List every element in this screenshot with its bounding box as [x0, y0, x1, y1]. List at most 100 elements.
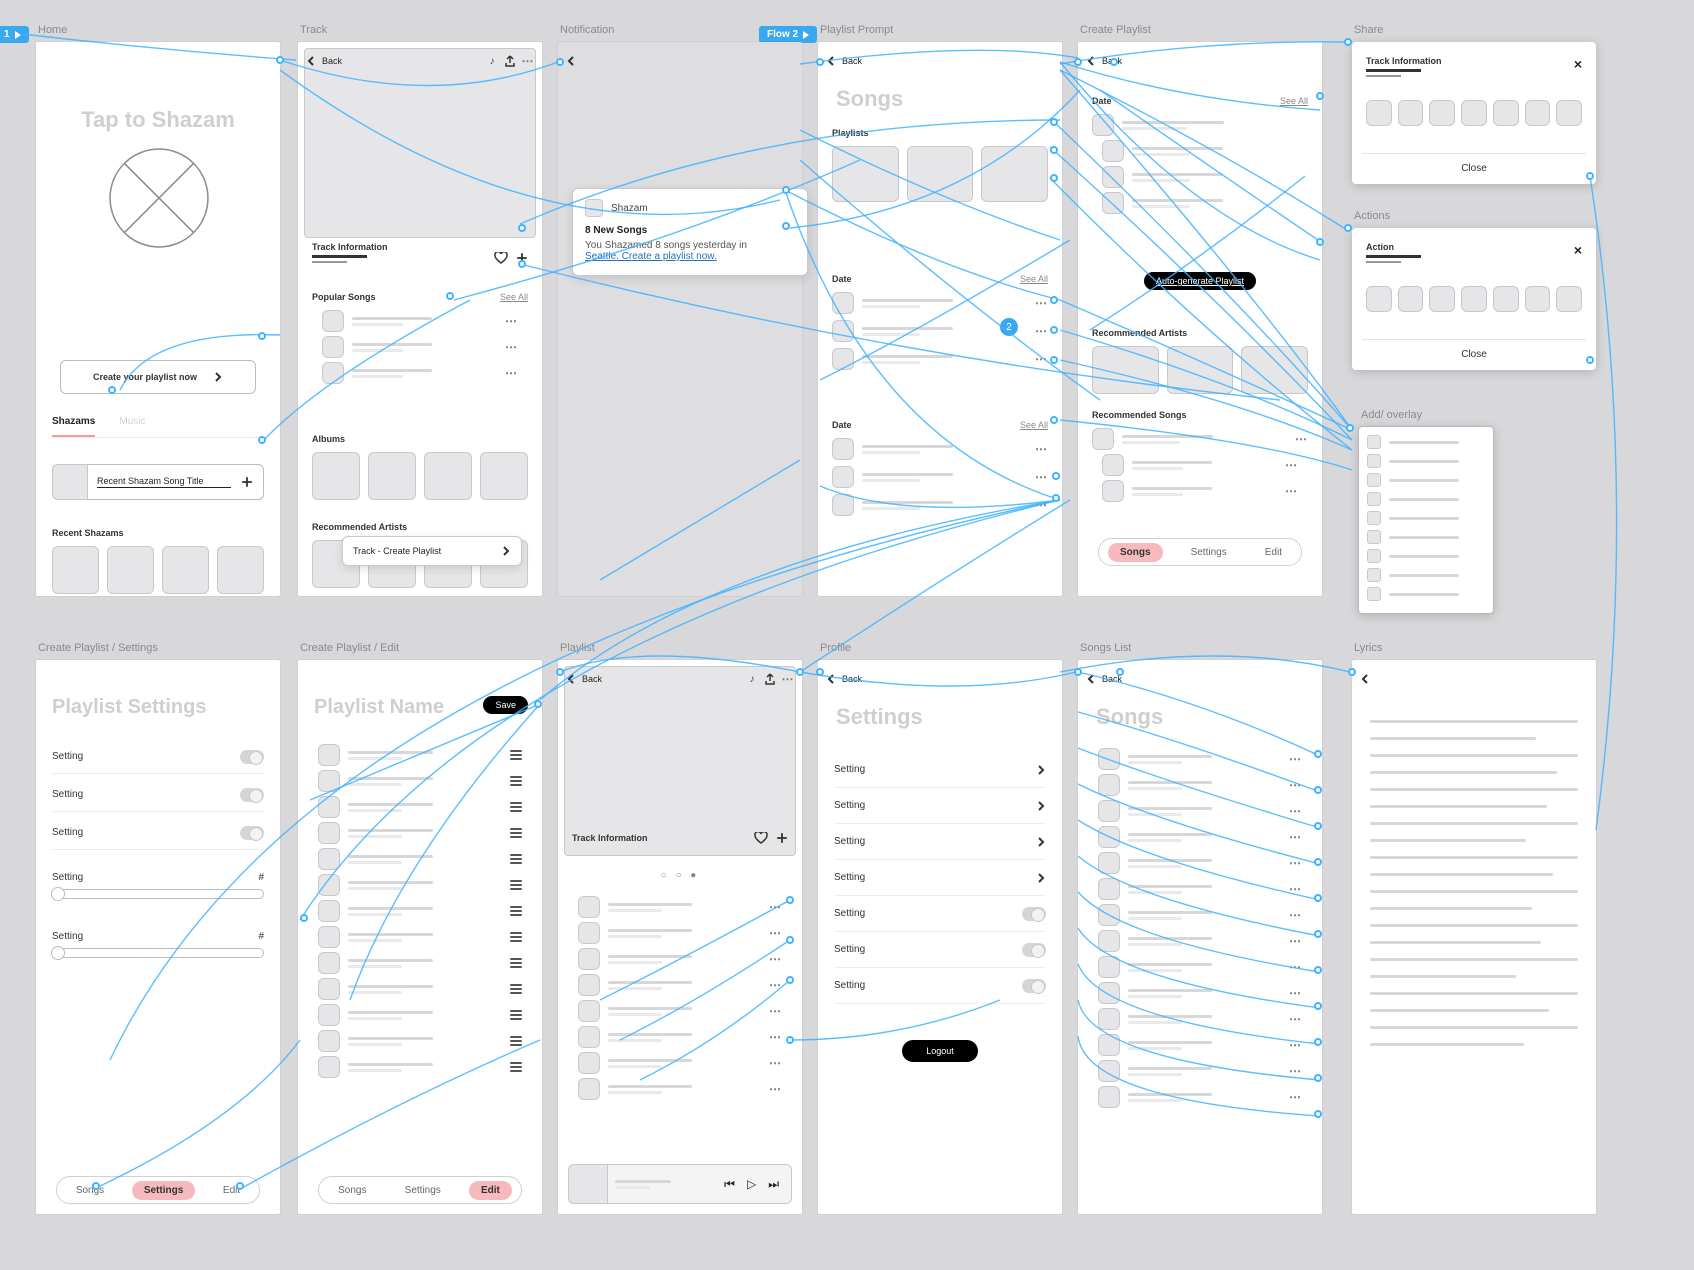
frame-lyrics[interactable]: Lyrics	[1352, 660, 1596, 1214]
pp-row[interactable]: ⋯	[832, 494, 1048, 516]
node[interactable]	[1050, 356, 1058, 364]
overlay-item[interactable]	[1367, 549, 1485, 563]
overlay-item[interactable]	[1367, 587, 1485, 601]
node[interactable]	[1314, 1074, 1322, 1082]
sl-row[interactable]: ⋯	[1098, 800, 1302, 822]
tab-edit[interactable]: Edit	[213, 1181, 250, 1200]
more-icon[interactable]: ⋯	[1289, 1038, 1302, 1052]
cp-rec-row[interactable]: ⋯	[1092, 428, 1308, 450]
more-icon[interactable]: ⋯	[1289, 804, 1302, 818]
plus-icon[interactable]	[241, 476, 253, 488]
drag-icon[interactable]	[510, 828, 522, 838]
more-icon[interactable]: ⋯	[769, 1056, 782, 1070]
setting-row[interactable]: Setting	[834, 896, 1046, 932]
cp-row[interactable]	[1102, 192, 1298, 214]
node[interactable]	[1074, 58, 1082, 66]
sl-row[interactable]: ⋯	[1098, 878, 1302, 900]
more-icon[interactable]: ⋯	[1289, 908, 1302, 922]
cp-row[interactable]	[1102, 166, 1298, 188]
more-icon[interactable]: ⋯	[769, 1030, 782, 1044]
setting-row[interactable]: Setting	[52, 816, 264, 850]
node[interactable]	[816, 58, 824, 66]
more-icon[interactable]: ⋯	[769, 1082, 782, 1096]
node[interactable]	[1074, 668, 1082, 676]
action-item[interactable]	[1461, 286, 1487, 312]
sl-row[interactable]: ⋯	[1098, 930, 1302, 952]
home-recent-track-row[interactable]: Recent Shazam Song Title	[52, 464, 264, 500]
more-icon[interactable]: ⋯	[1289, 1012, 1302, 1026]
node[interactable]	[518, 260, 526, 268]
tab-edit[interactable]: Edit	[1255, 543, 1292, 562]
node[interactable]	[1314, 1038, 1322, 1046]
playlist-tile[interactable]	[832, 146, 899, 202]
more-icon[interactable]: ⋯	[1289, 830, 1302, 844]
frame-playlist[interactable]: Playlist Back ♪ ⋯ Track Information ○ ○ …	[558, 660, 802, 1214]
heart-icon[interactable]	[494, 252, 508, 264]
more-icon[interactable]: ⋯	[769, 1004, 782, 1018]
sl-row[interactable]: ⋯	[1098, 904, 1302, 926]
drag-icon[interactable]	[510, 802, 522, 812]
see-all-link[interactable]: See All	[1280, 96, 1308, 106]
drag-icon[interactable]	[510, 984, 522, 994]
pp-row[interactable]: ⋯	[832, 466, 1048, 488]
node[interactable]	[534, 700, 542, 708]
more-icon[interactable]: ⋯	[1289, 778, 1302, 792]
edit-row[interactable]	[318, 848, 522, 870]
sl-row[interactable]: ⋯	[1098, 826, 1302, 848]
node[interactable]	[816, 668, 824, 676]
drag-icon[interactable]	[510, 1010, 522, 1020]
node[interactable]	[1314, 966, 1322, 974]
overlay-item[interactable]	[1367, 492, 1485, 506]
node[interactable]	[92, 1182, 100, 1190]
more-icon[interactable]: ⋯	[1289, 752, 1302, 766]
back-icon[interactable]	[826, 674, 836, 684]
share-target[interactable]	[1398, 100, 1424, 126]
recent-tile[interactable]	[162, 546, 209, 594]
action-item[interactable]	[1366, 286, 1392, 312]
node[interactable]	[786, 896, 794, 904]
popular-row[interactable]: ⋯	[322, 362, 518, 384]
toggle[interactable]	[240, 750, 264, 764]
setting-row[interactable]: Setting	[834, 932, 1046, 968]
pl-row[interactable]: ⋯	[578, 948, 782, 970]
album-tile[interactable]	[480, 452, 528, 500]
tab-songs[interactable]: Songs	[328, 1181, 376, 1200]
playlist-tile[interactable]	[981, 146, 1048, 202]
setting-row[interactable]: Setting	[52, 740, 264, 774]
recent-tile[interactable]	[217, 546, 264, 594]
node[interactable]	[518, 224, 526, 232]
overlay-item[interactable]	[1367, 530, 1485, 544]
sl-row[interactable]: ⋯	[1098, 852, 1302, 874]
frame-add-overlay[interactable]: Add/ overlay	[1358, 426, 1494, 614]
drag-icon[interactable]	[510, 1036, 522, 1046]
frame-notification[interactable]: Notification Shazam 8 New Songs You Shaz…	[558, 42, 802, 596]
more-icon[interactable]: ⋯	[1289, 882, 1302, 896]
toggle[interactable]	[1022, 979, 1046, 993]
more-icon[interactable]: ⋯	[769, 926, 782, 940]
recent-tile[interactable]	[107, 546, 154, 594]
share-icon[interactable]	[764, 673, 776, 685]
node[interactable]	[258, 436, 266, 444]
slider[interactable]	[52, 948, 264, 958]
drag-icon[interactable]	[510, 958, 522, 968]
edit-row[interactable]	[318, 1056, 522, 1078]
more-icon[interactable]: ⋯	[769, 952, 782, 966]
node[interactable]	[1314, 930, 1322, 938]
overlay-item[interactable]	[1367, 511, 1485, 525]
node[interactable]	[1052, 472, 1060, 480]
more-icon[interactable]: ⋯	[1035, 296, 1048, 310]
sl-row[interactable]: ⋯	[1098, 956, 1302, 978]
node[interactable]	[1314, 786, 1322, 794]
more-icon[interactable]: ⋯	[1285, 458, 1298, 472]
node[interactable]	[300, 914, 308, 922]
toggle[interactable]	[240, 826, 264, 840]
edit-row[interactable]	[318, 900, 522, 922]
pl-row[interactable]: ⋯	[578, 974, 782, 996]
node[interactable]	[1050, 118, 1058, 126]
pl-row[interactable]: ⋯	[578, 1078, 782, 1100]
back-label[interactable]: Back	[322, 56, 342, 66]
back-icon[interactable]	[1360, 674, 1370, 684]
sl-row[interactable]: ⋯	[1098, 1060, 1302, 1082]
back-icon[interactable]	[306, 56, 316, 66]
frame-track[interactable]: Track Back ♪ ⋯ Track Information Popular…	[298, 42, 542, 596]
